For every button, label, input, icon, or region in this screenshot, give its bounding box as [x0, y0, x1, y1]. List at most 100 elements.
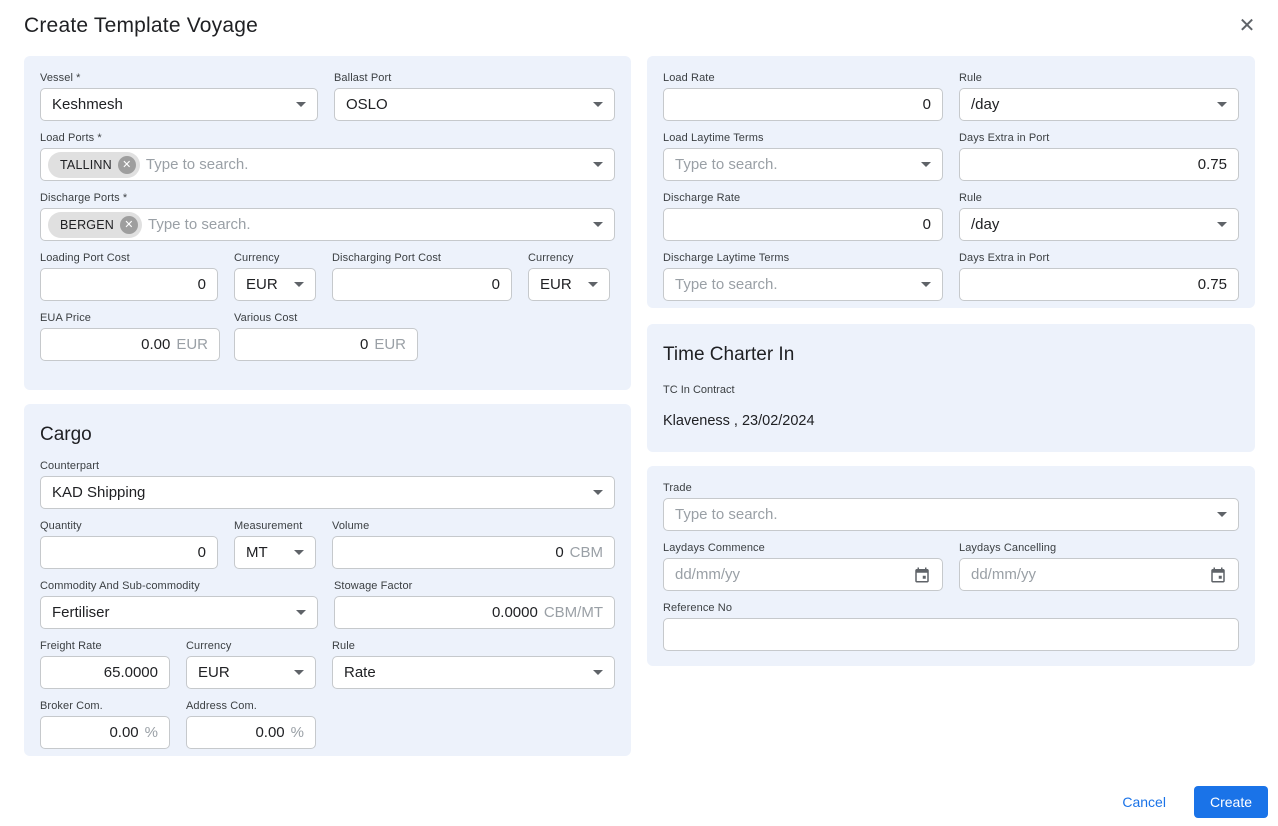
time-charter-in-title: Time Charter In — [663, 344, 795, 365]
volume-input[interactable]: 0 CBM — [332, 536, 615, 569]
chevron-down-icon — [593, 102, 603, 107]
discharge-port-chip: BERGEN ✕ — [48, 211, 142, 238]
chevron-down-icon — [1217, 102, 1227, 107]
cancel-button[interactable]: Cancel — [1102, 786, 1186, 818]
calendar-icon[interactable] — [913, 566, 931, 584]
chevron-down-icon — [593, 670, 603, 675]
trade-label: Trade — [663, 482, 692, 494]
calendar-icon[interactable] — [1209, 566, 1227, 584]
chevron-down-icon — [294, 282, 304, 287]
commodity-label: Commodity And Sub-commodity — [40, 580, 200, 592]
close-icon[interactable]: ✕ — [1235, 14, 1259, 38]
circle-close-icon[interactable]: ✕ — [120, 215, 138, 234]
discharge-ports-label: Discharge Ports * — [40, 192, 128, 204]
discharge-rate-input[interactable]: 0 — [663, 208, 943, 241]
chevron-down-icon — [921, 282, 931, 287]
discharge-ports-search-select[interactable]: BERGEN ✕ Type to search. — [40, 208, 615, 241]
freight-rule-value: Rate — [344, 664, 376, 681]
laydays-commence-placeholder: dd/mm/yy — [675, 566, 741, 583]
chevron-down-icon — [1217, 512, 1227, 517]
cargo-section-title: Cargo — [40, 424, 92, 445]
load-ports-placeholder: Type to search. — [145, 156, 249, 173]
create-button[interactable]: Create — [1193, 786, 1268, 818]
tc-in-contract-label: TC In Contract — [663, 384, 735, 396]
load-rate-label: Load Rate — [663, 72, 715, 84]
eua-price-unit: EUR — [176, 336, 208, 353]
chevron-down-icon — [593, 490, 603, 495]
various-cost-input[interactable]: 0 EUR — [234, 328, 418, 361]
various-cost-unit: EUR — [374, 336, 406, 353]
discharge-laytime-terms-label: Discharge Laytime Terms — [663, 252, 790, 264]
discharge-port-chip-label: BERGEN — [60, 217, 114, 232]
load-rule-select[interactable]: /day — [959, 88, 1239, 121]
vessel-value: Keshmesh — [52, 96, 123, 113]
load-laytime-terms-label: Load Laytime Terms — [663, 132, 764, 144]
vessel-select[interactable]: Keshmesh — [40, 88, 318, 121]
discharge-rule-value: /day — [971, 216, 1000, 233]
quantity-value: 0 — [197, 544, 206, 561]
address-com-value: 0.00 — [255, 724, 285, 741]
loading-currency-label: Currency — [234, 252, 280, 264]
discharging-port-cost-input[interactable]: 0 — [332, 268, 512, 301]
ballast-port-select[interactable]: OSLO — [334, 88, 615, 121]
load-laytime-terms-placeholder: Type to search. — [675, 156, 778, 173]
discharging-port-cost-value: 0 — [491, 276, 500, 293]
load-rate-input[interactable]: 0 — [663, 88, 943, 121]
load-days-extra-label: Days Extra in Port — [959, 132, 1050, 144]
freight-rule-select[interactable]: Rate — [332, 656, 615, 689]
volume-unit: CBM — [569, 544, 603, 561]
eua-price-input[interactable]: 0.00 EUR — [40, 328, 220, 361]
discharging-currency-select[interactable]: EUR — [528, 268, 610, 301]
ballast-port-value: OSLO — [346, 96, 388, 113]
discharge-rule-label: Rule — [959, 192, 983, 204]
loading-currency-select[interactable]: EUR — [234, 268, 316, 301]
time-charter-in-panel: Time Charter In TC In Contract Klaveness… — [647, 324, 1255, 452]
chevron-down-icon — [294, 550, 304, 555]
chevron-down-icon — [296, 102, 306, 107]
circle-close-icon[interactable]: ✕ — [117, 155, 136, 174]
discharge-rate-label: Discharge Rate — [663, 192, 741, 204]
load-rule-label: Rule — [959, 72, 983, 84]
loading-port-cost-label: Loading Port Cost — [40, 252, 130, 264]
address-com-label: Address Com. — [186, 700, 257, 712]
broker-com-input[interactable]: 0.00 % — [40, 716, 170, 749]
measurement-select[interactable]: MT — [234, 536, 316, 569]
commodity-select[interactable]: Fertiliser — [40, 596, 318, 629]
discharge-rule-select[interactable]: /day — [959, 208, 1239, 241]
loading-port-cost-input[interactable]: 0 — [40, 268, 218, 301]
load-laytime-terms-search-select[interactable]: Type to search. — [663, 148, 943, 181]
discharging-currency-label: Currency — [528, 252, 574, 264]
load-rule-value: /day — [971, 96, 1000, 113]
counterpart-select[interactable]: KAD Shipping — [40, 476, 615, 509]
laydays-cancelling-date-input[interactable]: dd/mm/yy — [959, 558, 1239, 591]
various-cost-label: Various Cost — [234, 312, 298, 324]
trade-panel: Trade Type to search. Laydays Commence d… — [647, 466, 1255, 666]
eua-price-label: EUA Price — [40, 312, 92, 324]
freight-rate-input[interactable]: 65.0000 — [40, 656, 170, 689]
broker-com-value: 0.00 — [109, 724, 139, 741]
discharging-port-cost-label: Discharging Port Cost — [332, 252, 442, 264]
laydays-commence-label: Laydays Commence — [663, 542, 765, 554]
loading-port-cost-value: 0 — [197, 276, 206, 293]
address-com-input[interactable]: 0.00 % — [186, 716, 316, 749]
counterpart-label: Counterpart — [40, 460, 100, 472]
load-ports-search-select[interactable]: TALLINN ✕ Type to search. — [40, 148, 615, 181]
laydays-commence-date-input[interactable]: dd/mm/yy — [663, 558, 943, 591]
load-ports-label: Load Ports * — [40, 132, 102, 144]
chevron-down-icon — [294, 670, 304, 675]
quantity-input[interactable]: 0 — [40, 536, 218, 569]
reference-no-input[interactable] — [663, 618, 1239, 651]
tc-in-contract-value: Klaveness , 23/02/2024 — [663, 413, 815, 429]
various-cost-value: 0 — [359, 336, 369, 353]
discharge-laytime-terms-search-select[interactable]: Type to search. — [663, 268, 943, 301]
cargo-panel: Cargo Counterpart KAD Shipping Quantity … — [24, 404, 631, 756]
freight-currency-select[interactable]: EUR — [186, 656, 316, 689]
trade-search-select[interactable]: Type to search. — [663, 498, 1239, 531]
broker-com-label: Broker Com. — [40, 700, 103, 712]
voyage-panel: Vessel * Keshmesh Ballast Port OSLO Load… — [24, 56, 631, 390]
discharge-days-extra-input[interactable]: 0.75 — [959, 268, 1239, 301]
chevron-down-icon — [296, 610, 306, 615]
load-days-extra-input[interactable]: 0.75 — [959, 148, 1239, 181]
laydays-cancelling-placeholder: dd/mm/yy — [971, 566, 1037, 583]
stowage-factor-input[interactable]: 0.0000 CBM/MT — [334, 596, 615, 629]
